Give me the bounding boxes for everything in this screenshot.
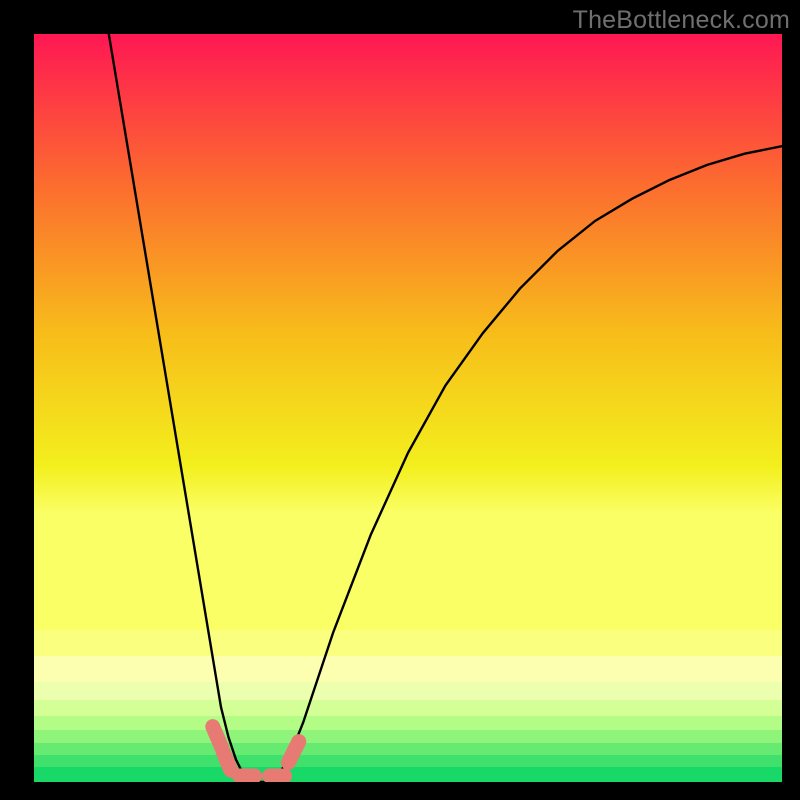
plot-area xyxy=(34,34,782,782)
curve-right xyxy=(273,146,782,782)
bottom-markers xyxy=(213,727,299,776)
curves-layer xyxy=(34,34,782,782)
watermark-text: TheBottleneck.com xyxy=(573,6,790,35)
chart-frame: TheBottleneck.com xyxy=(0,0,800,800)
curve-left xyxy=(109,34,274,782)
